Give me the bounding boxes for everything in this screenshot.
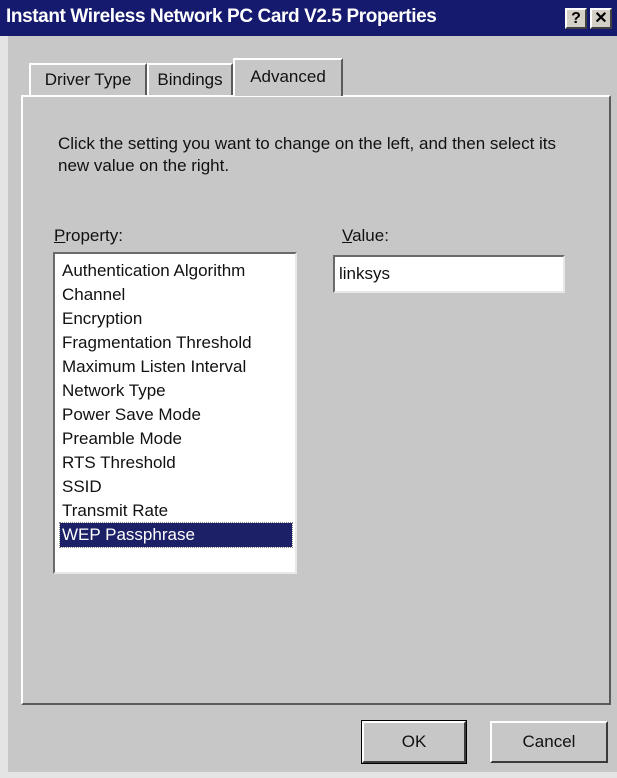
value-label-mnemonic: V <box>342 226 353 245</box>
property-item-ssid[interactable]: SSID <box>60 475 292 499</box>
property-label-mnemonic: P <box>54 226 66 245</box>
title-bar: Instant Wireless Network PC Card V2.5 Pr… <box>0 0 617 36</box>
property-item-fragmentation-threshold[interactable]: Fragmentation Threshold <box>60 331 292 355</box>
property-listbox[interactable]: Authentication Algorithm Channel Encrypt… <box>53 252 297 574</box>
property-item-channel[interactable]: Channel <box>60 283 292 307</box>
property-item-rts-threshold[interactable]: RTS Threshold <box>60 451 292 475</box>
tab-bindings[interactable]: Bindings <box>147 63 233 97</box>
value-label-text: alue: <box>352 226 389 245</box>
cancel-button[interactable]: Cancel <box>490 721 608 763</box>
property-item-wep-passphrase[interactable]: WEP Passphrase <box>59 522 293 548</box>
value-input[interactable]: linksys <box>333 255 565 293</box>
ok-button[interactable]: OK <box>361 720 467 764</box>
property-item-network-type[interactable]: Network Type <box>60 379 292 403</box>
window-frame-left <box>0 36 8 778</box>
window-title: Instant Wireless Network PC Card V2.5 Pr… <box>6 6 437 27</box>
help-button[interactable]: ? <box>565 8 587 29</box>
property-item-power-save-mode[interactable]: Power Save Mode <box>60 403 292 427</box>
window-frame-bottom <box>0 772 617 778</box>
property-item-preamble-mode[interactable]: Preamble Mode <box>60 427 292 451</box>
property-item-authentication-algorithm[interactable]: Authentication Algorithm <box>60 259 292 283</box>
property-label: Property: <box>54 226 123 246</box>
instruction-text: Click the setting you want to change on … <box>58 134 557 175</box>
tab-advanced[interactable]: Advanced <box>233 58 343 96</box>
property-label-text: roperty: <box>65 226 123 245</box>
property-item-maximum-listen-interval[interactable]: Maximum Listen Interval <box>60 355 292 379</box>
property-item-transmit-rate[interactable]: Transmit Rate <box>60 499 292 523</box>
property-item-encryption[interactable]: Encryption <box>60 307 292 331</box>
value-label: Value: <box>342 226 389 246</box>
close-button[interactable]: ✕ <box>590 8 612 29</box>
tab-driver-type[interactable]: Driver Type <box>29 63 147 97</box>
